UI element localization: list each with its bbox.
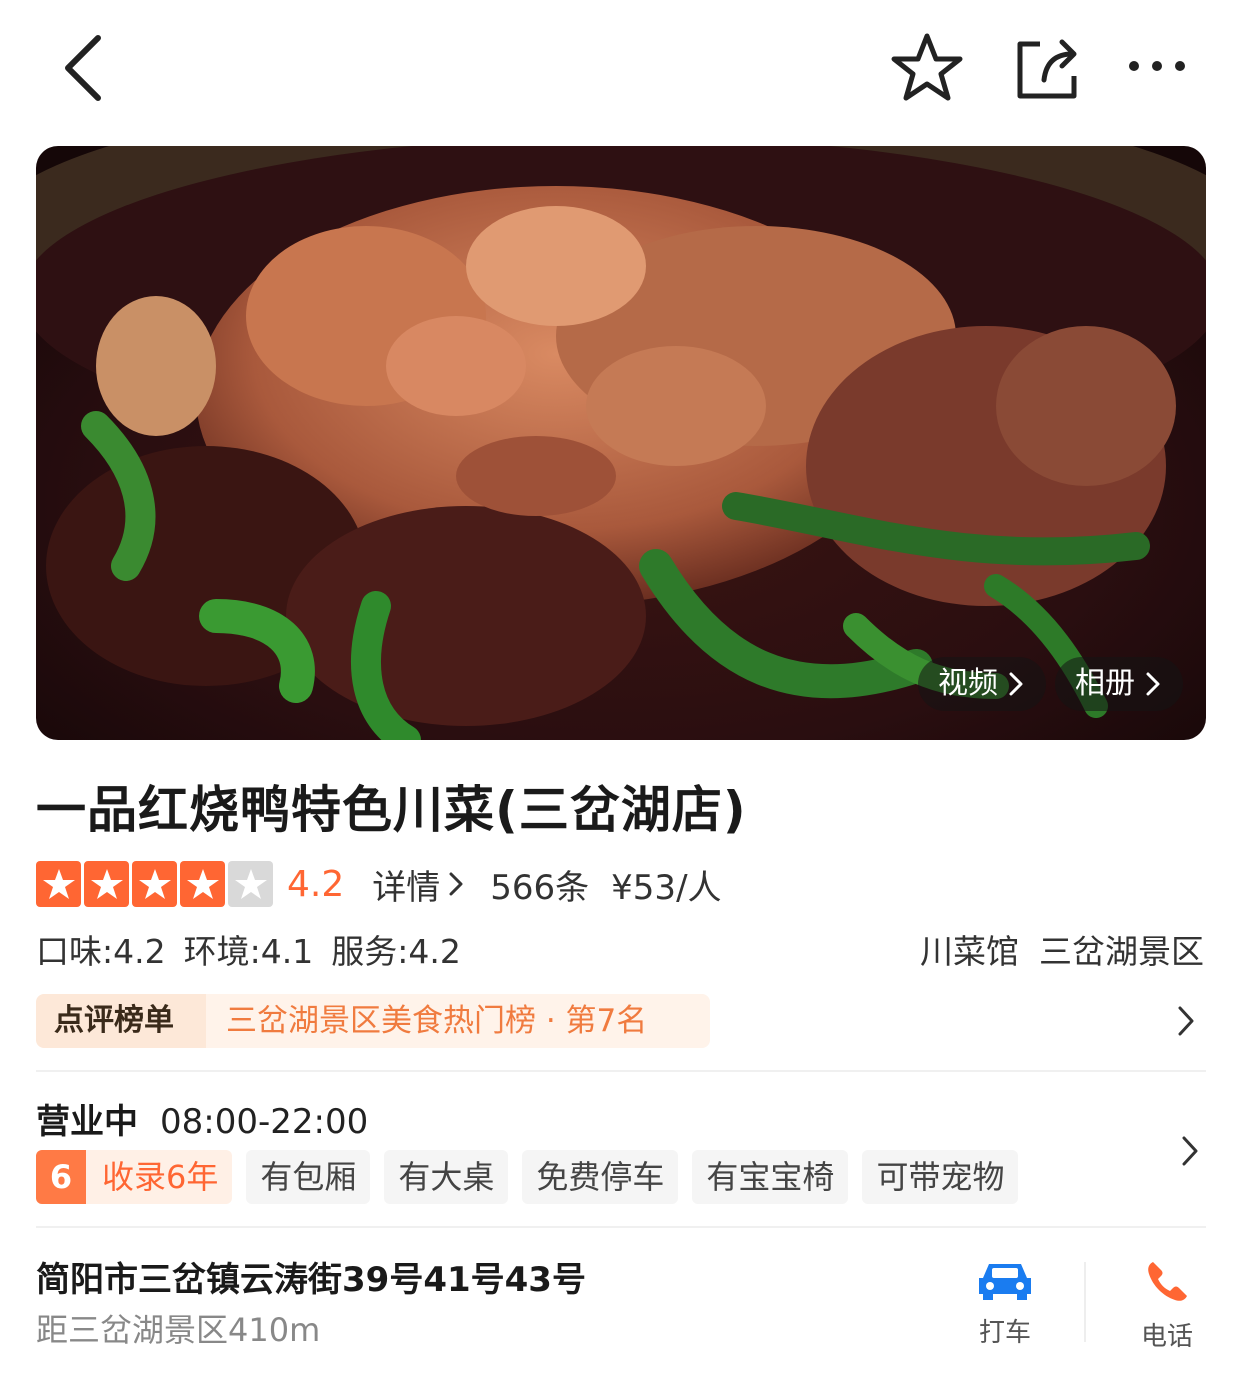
- video-button[interactable]: 视频: [918, 657, 1046, 711]
- distance-text: 距三岔湖景区410m: [36, 1311, 321, 1349]
- more-dots-icon: [1129, 61, 1185, 71]
- ranking-text: 三岔湖景区美食热门榜 · 第7名: [206, 994, 710, 1048]
- tag-baby-chair: 有宝宝椅: [692, 1150, 849, 1204]
- years-text: 收录6年: [102, 1158, 219, 1196]
- rating-score: 4.2: [287, 863, 345, 905]
- star-icon: [36, 861, 81, 907]
- chevron-right-icon: [449, 872, 463, 896]
- avg-price: ¥53/人: [611, 867, 722, 908]
- chevron-right-icon: [1009, 672, 1023, 696]
- review-count: 566条: [490, 867, 590, 908]
- business-hours[interactable]: 营业中 08:00-22:00: [36, 1094, 368, 1143]
- share-icon: [1017, 39, 1077, 99]
- chevron-right-icon: [1178, 1006, 1194, 1036]
- tag-private-room: 有包厢: [246, 1150, 371, 1204]
- food-photo-image: [36, 146, 1206, 740]
- star-rating: [36, 861, 273, 907]
- area-label[interactable]: 三岔湖景区: [1039, 932, 1204, 971]
- tag-free-parking: 免费停车: [522, 1150, 679, 1204]
- taxi-button[interactable]: 打车: [950, 1258, 1060, 1349]
- service-score: 服务:4.2: [331, 932, 461, 971]
- chevron-right-icon[interactable]: [1180, 1134, 1200, 1168]
- star-icon: [228, 861, 273, 907]
- album-label: 相册: [1075, 666, 1135, 701]
- phone-icon: [1148, 1262, 1187, 1301]
- tag-large-table: 有大桌: [384, 1150, 509, 1204]
- favorite-button[interactable]: [888, 30, 966, 106]
- call-button[interactable]: 电话: [1112, 1258, 1222, 1353]
- feature-tags: 6 收录6年 有包厢 有大桌 免费停车 有宝宝椅 可带宠物: [36, 1150, 1019, 1204]
- divider: [36, 1070, 1206, 1072]
- ranking-badge: 点评榜单: [36, 994, 206, 1048]
- star-icon: [180, 861, 225, 907]
- taste-score: 口味:4.2: [36, 932, 166, 971]
- address-text[interactable]: 简阳市三岔镇云涛街39号41号43号: [36, 1252, 586, 1301]
- hero-food-photo[interactable]: [36, 146, 1206, 740]
- call-label: 电话: [1140, 1322, 1193, 1352]
- rating-row: 4.2 详情 566条 ¥53/人: [36, 858, 722, 910]
- open-status: 营业中: [36, 1102, 138, 1142]
- star-icon: [132, 861, 177, 907]
- taxi-label: 打车: [978, 1318, 1031, 1348]
- open-time: 08:00-22:00: [160, 1102, 369, 1142]
- divider: [36, 1226, 1206, 1228]
- more-button[interactable]: [1122, 42, 1192, 92]
- chevron-left-icon: [65, 35, 101, 101]
- category-info: 川菜馆 三岔湖景区: [900, 925, 1204, 973]
- shop-name: 一品红烧鸭特色川菜(三岔湖店): [36, 781, 747, 839]
- tag-pets-allowed: 可带宠物: [862, 1150, 1019, 1204]
- star-icon: [84, 861, 129, 907]
- ranking-banner[interactable]: 点评榜单 三岔湖景区美食热门榜 · 第7名: [36, 994, 1206, 1048]
- sub-scores: 口味:4.2 环境:4.1 服务:4.2: [36, 925, 479, 973]
- environment-score: 环境:4.1: [183, 932, 314, 971]
- back-button[interactable]: [52, 28, 122, 108]
- star-outline-icon: [891, 33, 963, 101]
- category-label[interactable]: 川菜馆: [920, 932, 1019, 971]
- car-icon: [979, 1264, 1031, 1300]
- video-label: 视频: [938, 666, 998, 701]
- share-button[interactable]: [1010, 32, 1084, 104]
- album-button[interactable]: 相册: [1055, 657, 1183, 711]
- years-number: 6: [36, 1150, 86, 1204]
- listed-years-tag: 6 收录6年: [36, 1150, 233, 1204]
- detail-label: 详情: [372, 867, 441, 908]
- action-separator: [1084, 1262, 1086, 1342]
- top-nav-bar: [0, 0, 1242, 140]
- detail-link[interactable]: 详情: [372, 860, 464, 909]
- chevron-right-icon: [1146, 672, 1160, 696]
